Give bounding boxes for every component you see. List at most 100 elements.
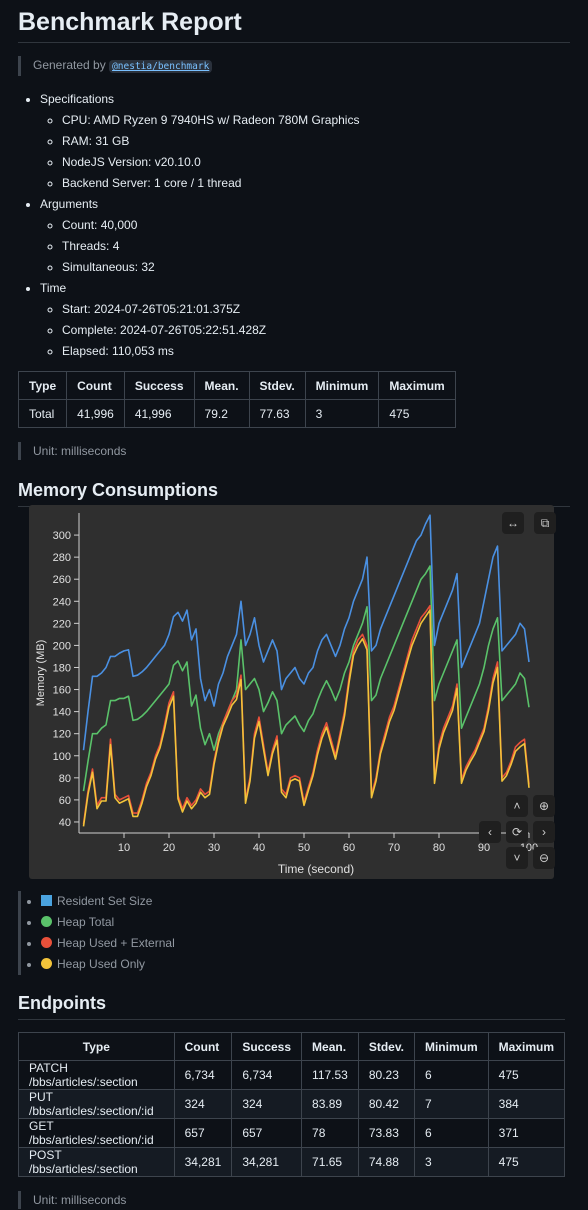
series-line-heap-used-external bbox=[82, 604, 530, 825]
zoom-out-icon[interactable]: ⊖ bbox=[533, 847, 555, 869]
chart-lines bbox=[82, 514, 530, 827]
chart-axes: 40 60 80 100 120 140 160 180 200 220 240 260 280 300 1… bbox=[53, 513, 538, 854]
table-cell: 41,996 bbox=[123, 399, 195, 428]
table-row: GET /bbs/articles/:section/:id 657 657 7… bbox=[18, 1118, 566, 1148]
y-tick-label: 80 bbox=[59, 773, 71, 785]
y-tick-label: 40 bbox=[59, 817, 71, 829]
x-tick-label: 50 bbox=[298, 842, 310, 854]
y-tick-label: 60 bbox=[59, 795, 71, 807]
y-axis-label: Memory (MB) bbox=[35, 640, 47, 707]
x-tick-label: 30 bbox=[208, 842, 220, 854]
legend-swatch bbox=[41, 895, 52, 906]
readme-page: Benchmark Report Generated by @nestia/be… bbox=[0, 0, 588, 1210]
table-cell: 475 bbox=[487, 1147, 566, 1177]
pan-right-icon[interactable]: › bbox=[533, 821, 555, 843]
legend-item-rss: Resident Set Size bbox=[41, 891, 561, 912]
table-cell: 324 bbox=[231, 1089, 303, 1119]
table-header-row: Type Count Success Mean. Stdev. Minimum … bbox=[17, 371, 456, 400]
y-tick-label: 180 bbox=[53, 662, 71, 674]
y-tick-label: 200 bbox=[53, 640, 71, 652]
table-cell: 71.65 bbox=[301, 1147, 359, 1177]
benchmark-link[interactable]: @nestia/benchmark bbox=[109, 60, 213, 73]
table-cell: 475 bbox=[378, 399, 456, 428]
legend-swatch bbox=[41, 937, 52, 948]
table-cell: 79.2 bbox=[193, 399, 250, 428]
memory-chart-svg[interactable]: 40 60 80 100 120 140 160 180 200 220 240 260 280 300 1… bbox=[29, 505, 554, 879]
table-row: PATCH /bbs/articles/:section 6,734 6,734… bbox=[18, 1060, 566, 1090]
table-cell: 6,734 bbox=[173, 1060, 233, 1090]
y-tick-label: 260 bbox=[53, 574, 71, 586]
y-tick-label: 240 bbox=[53, 596, 71, 608]
table-cell: PUT /bbs/articles/:section/:id bbox=[18, 1089, 175, 1119]
pan-up-icon[interactable]: ˄ bbox=[506, 795, 528, 817]
endpoints-table: Type Count Success Mean. Stdev. Minimum … bbox=[18, 1032, 566, 1177]
x-tick-label: 40 bbox=[253, 842, 265, 854]
table-cell: 371 bbox=[487, 1118, 566, 1148]
table-cell: 657 bbox=[231, 1118, 303, 1148]
pan-down-icon[interactable]: ˅ bbox=[506, 847, 528, 869]
table-cell: 6 bbox=[413, 1060, 489, 1090]
series-line-resident-set-size bbox=[82, 514, 530, 751]
chart-legend: Resident Set Size Heap Total Heap Used +… bbox=[18, 891, 561, 975]
table-cell: 80.42 bbox=[357, 1089, 415, 1119]
spec-item: Threads: 4 bbox=[62, 236, 570, 257]
table-cell: 117.53 bbox=[301, 1060, 359, 1090]
copy-icon[interactable]: ⧉ bbox=[534, 512, 556, 534]
y-tick-label: 280 bbox=[53, 552, 71, 564]
unit-note-endpoints: Unit: milliseconds bbox=[18, 1191, 565, 1209]
table-cell: 80.23 bbox=[357, 1060, 415, 1090]
x-tick-label: 80 bbox=[433, 842, 445, 854]
column-header: Stdev. bbox=[357, 1032, 415, 1061]
table-cell: 6,734 bbox=[231, 1060, 303, 1090]
generated-by-text: Generated by bbox=[33, 58, 106, 72]
column-header: Maximum bbox=[487, 1032, 566, 1061]
spec-item: Complete: 2024-07-26T05:22:51.428Z bbox=[62, 320, 570, 341]
column-header: Stdev. bbox=[248, 371, 306, 400]
column-header: Mean. bbox=[193, 371, 250, 400]
table-cell: 34,281 bbox=[173, 1147, 233, 1177]
unit-note: Unit: milliseconds bbox=[18, 442, 570, 460]
spec-item: NodeJS Version: v20.10.0 bbox=[62, 152, 570, 173]
spec-group-arguments: Arguments Count: 40,000 Threads: 4 Simul… bbox=[40, 194, 570, 278]
spec-item: Simultaneous: 32 bbox=[62, 257, 570, 278]
y-tick-label: 300 bbox=[53, 530, 71, 542]
column-header: Count bbox=[66, 371, 125, 400]
table-cell: POST /bbs/articles/:section bbox=[18, 1147, 175, 1177]
table-cell: PATCH /bbs/articles/:section bbox=[18, 1060, 175, 1090]
memory-chart[interactable]: 40 60 80 100 120 140 160 180 200 220 240 260 280 300 1… bbox=[29, 505, 556, 879]
zoom-in-icon[interactable]: ⊕ bbox=[533, 795, 555, 817]
table-cell: 34,281 bbox=[231, 1147, 303, 1177]
table-cell: 3 bbox=[304, 399, 380, 428]
pan-icon[interactable]: ↔ bbox=[502, 512, 524, 534]
spec-item: Elapsed: 110,053 ms bbox=[62, 341, 570, 362]
x-tick-label: 60 bbox=[343, 842, 355, 854]
pan-left-icon[interactable]: ‹ bbox=[479, 821, 501, 843]
column-header: Minimum bbox=[413, 1032, 489, 1061]
spec-item: CPU: AMD Ryzen 9 7940HS w/ Radeon 780M G… bbox=[62, 110, 570, 131]
column-header: Mean. bbox=[301, 1032, 359, 1061]
endpoints-heading: Endpoints bbox=[18, 991, 565, 1020]
table-cell: 7 bbox=[413, 1089, 489, 1119]
legend-item-heap-used: Heap Used Only bbox=[41, 954, 561, 975]
reset-icon[interactable]: ⟳ bbox=[506, 821, 528, 843]
y-tick-label: 120 bbox=[53, 729, 71, 741]
x-axis-label: Time (second) bbox=[278, 862, 354, 876]
table-row: POST /bbs/articles/:section 34,281 34,28… bbox=[18, 1147, 566, 1177]
column-header: Success bbox=[123, 371, 195, 400]
memory-heading: Memory Consumptions bbox=[18, 478, 570, 507]
spec-item: RAM: 31 GB bbox=[62, 131, 570, 152]
legend-swatch bbox=[41, 958, 52, 969]
y-tick-label: 160 bbox=[53, 685, 71, 697]
x-tick-label: 10 bbox=[118, 842, 130, 854]
table-cell: 83.89 bbox=[301, 1089, 359, 1119]
table-row: PUT /bbs/articles/:section/:id 324 324 8… bbox=[18, 1089, 566, 1119]
table-cell: 384 bbox=[487, 1089, 566, 1119]
spec-item: Count: 40,000 bbox=[62, 215, 570, 236]
column-header: Type bbox=[17, 371, 68, 400]
x-tick-label: 70 bbox=[388, 842, 400, 854]
column-header: Type bbox=[18, 1032, 175, 1061]
legend-swatch bbox=[41, 916, 52, 927]
column-header: Success bbox=[231, 1032, 303, 1061]
summary-table: Type Count Success Mean. Stdev. Minimum … bbox=[17, 371, 456, 428]
generated-by-quote: Generated by @nestia/benchmark bbox=[18, 56, 570, 76]
